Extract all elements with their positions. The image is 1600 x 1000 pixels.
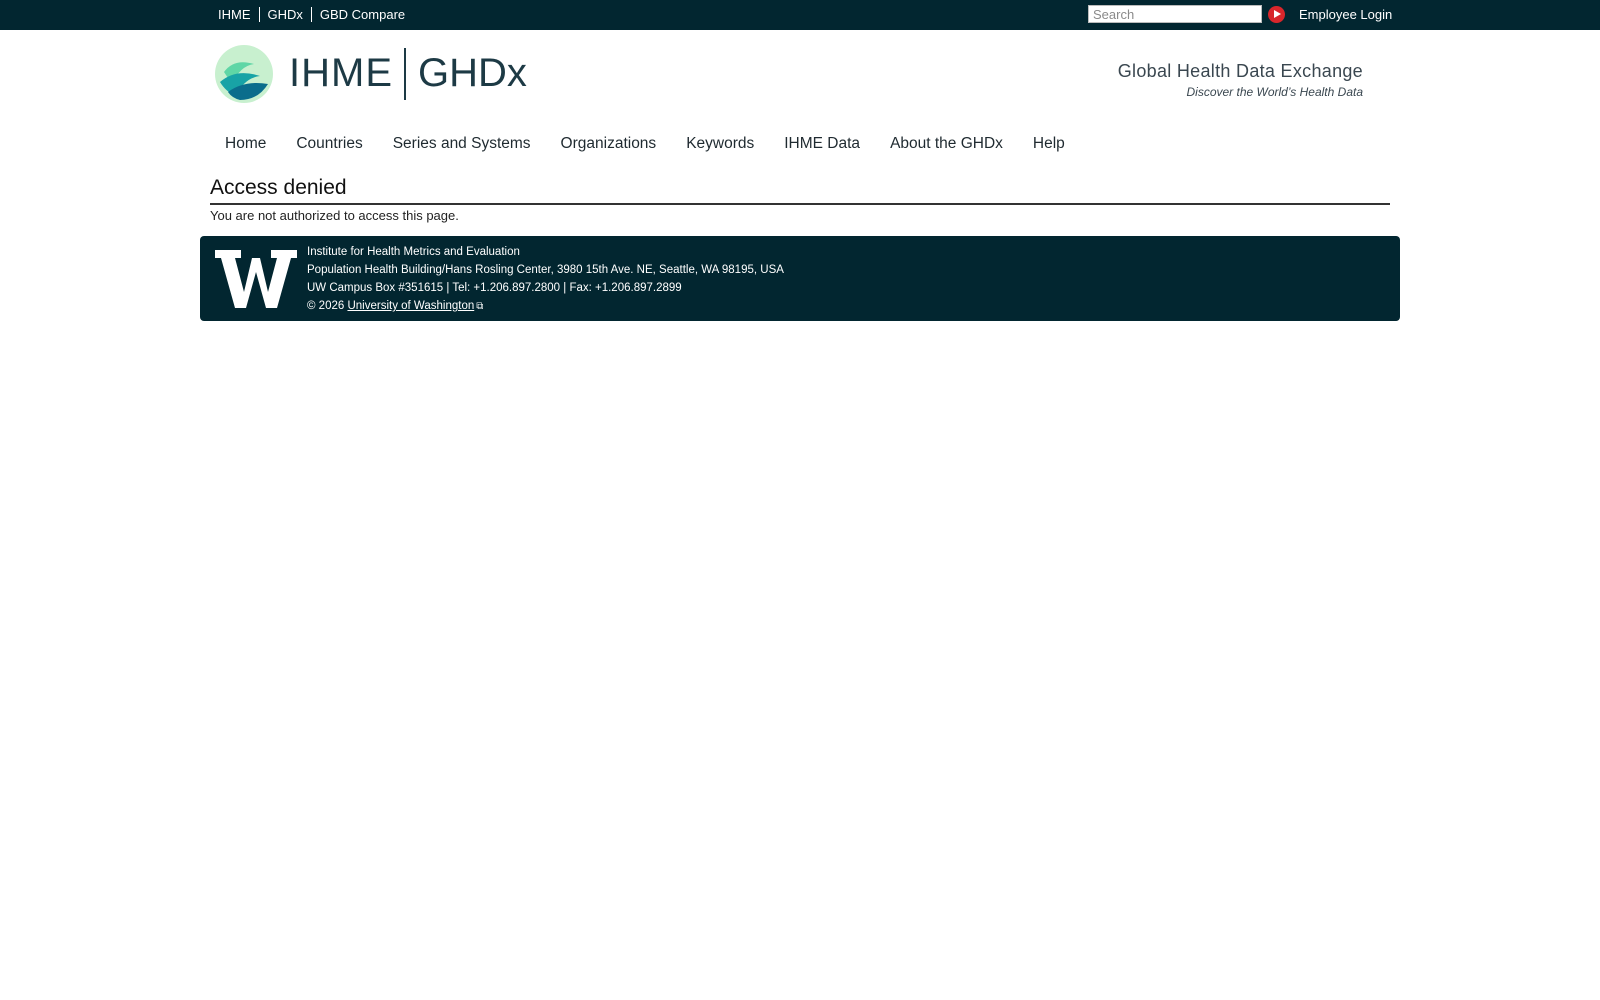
search-input[interactable] [1088, 5, 1262, 23]
top-bar: IHME GHDx GBD Compare Employee Login [0, 0, 1600, 30]
footer: Institute for Health Metrics and Evaluat… [200, 236, 1400, 321]
external-link-icon: ⧉ [476, 301, 484, 312]
nav-item-countries[interactable]: Countries [281, 134, 377, 154]
uw-logo-icon[interactable] [215, 250, 297, 308]
nav-item-home[interactable]: Home [210, 134, 281, 154]
nav-item-keywords[interactable]: Keywords [671, 134, 769, 154]
brand-ghdx[interactable]: GHDx [418, 50, 527, 96]
footer-copyright: © 2026 University of Washington ⧉ [307, 297, 784, 316]
top-links: IHME GHDx GBD Compare [218, 7, 413, 22]
ihme-logo-icon[interactable] [214, 44, 274, 104]
top-link-ghdx[interactable]: GHDx [258, 7, 311, 22]
title-divider [210, 203, 1390, 205]
site-tagline: Global Health Data Exchange Discover the… [1118, 60, 1363, 100]
footer-org: Institute for Health Metrics and Evaluat… [307, 246, 520, 258]
page-title: Access denied [210, 176, 347, 199]
copyright-text: © 2026 [307, 300, 345, 312]
footer-address: Population Health Building/Hans Rosling … [307, 264, 784, 276]
footer-info: Institute for Health Metrics and Evaluat… [307, 243, 784, 316]
top-link-gbd-compare[interactable]: GBD Compare [310, 7, 413, 22]
brand-divider [404, 48, 406, 100]
uw-link[interactable]: University of Washington [347, 300, 474, 312]
nav-item-help[interactable]: Help [1018, 134, 1080, 154]
nav-item-organizations[interactable]: Organizations [546, 134, 672, 154]
brand-ihme[interactable]: IHME [289, 50, 393, 96]
nav-item-ihme-data[interactable]: IHME Data [769, 134, 875, 154]
search-go-icon[interactable] [1268, 6, 1285, 23]
nav-item-series-and-systems[interactable]: Series and Systems [378, 134, 546, 154]
tagline-title: Global Health Data Exchange [1117, 61, 1363, 81]
footer-contact: UW Campus Box #351615 | Tel: +1.206.897.… [307, 282, 682, 294]
access-denied-message: You are not authorized to access this pa… [210, 208, 459, 223]
top-link-ihme[interactable]: IHME [218, 7, 259, 22]
tagline-subtitle: Discover the World’s Health Data [1186, 85, 1363, 99]
nav-item-about-the-ghdx[interactable]: About the GHDx [875, 134, 1018, 154]
employee-login-link[interactable]: Employee Login [1299, 7, 1392, 22]
main-nav: Home Countries Series and Systems Organi… [210, 134, 1080, 154]
